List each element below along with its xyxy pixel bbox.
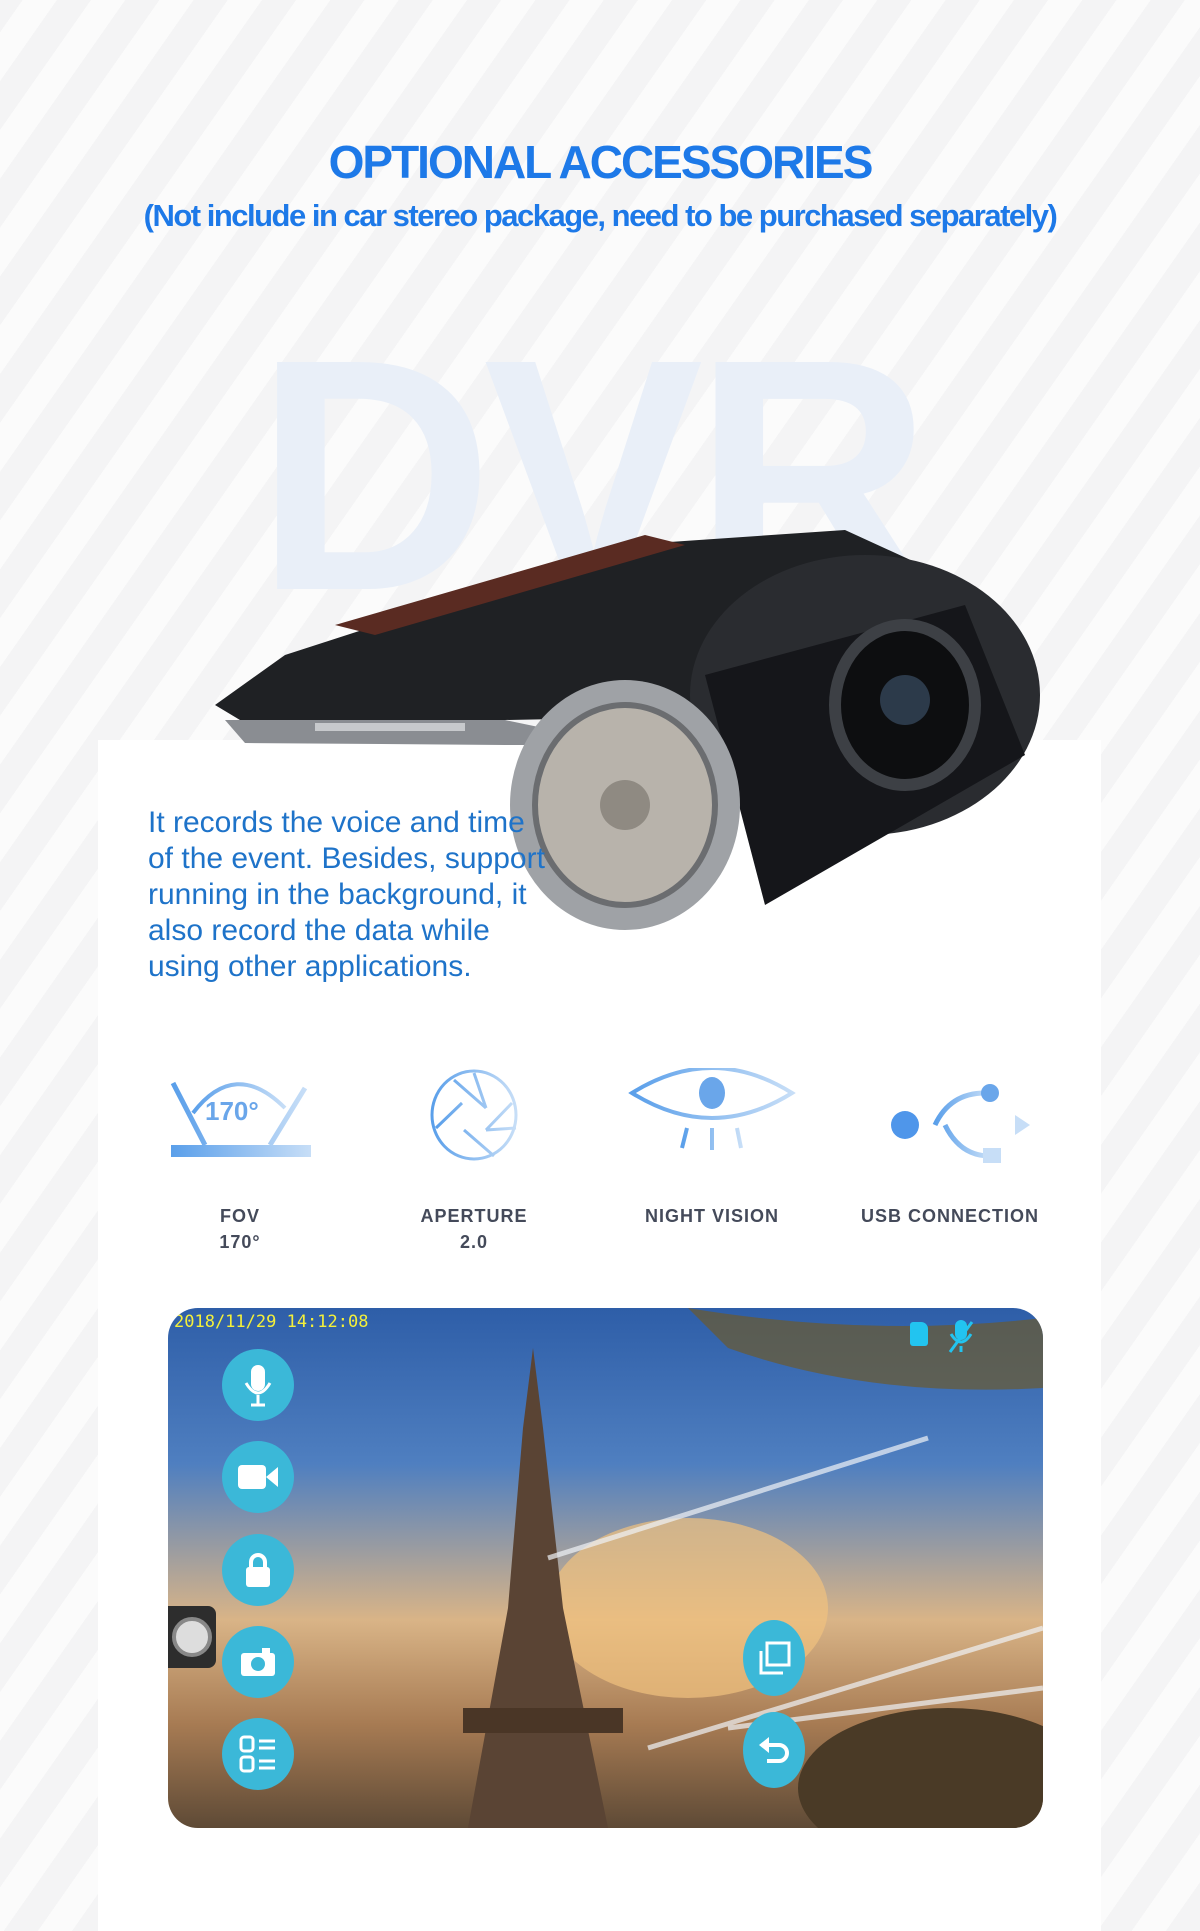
lock-icon — [246, 1553, 270, 1587]
copy-window-icon — [759, 1641, 791, 1675]
sd-card-icon — [910, 1322, 928, 1346]
back-icon — [759, 1737, 789, 1763]
feature-night-vision: NIGHT VISION — [602, 1068, 822, 1229]
feature-fov: 170° FOV 170° — [130, 1068, 350, 1255]
microphone-icon — [244, 1365, 272, 1407]
fov-170-icon: 170° — [170, 1081, 311, 1157]
mic-muted-icon — [948, 1320, 974, 1353]
night-vision-eye-icon — [628, 1068, 796, 1150]
dvr-app-screen: 2018/11/29 14:12:08 — [168, 1308, 1043, 1828]
video-camera-icon — [238, 1465, 278, 1489]
feature-label: FOV — [219, 1206, 260, 1226]
record-audio-button[interactable] — [222, 1349, 294, 1421]
eiffel-tower-photo — [463, 1308, 1043, 1828]
feature-label: NIGHT VISION — [644, 1206, 779, 1226]
product-description: It records the voice and time of the eve… — [148, 806, 545, 983]
feature-label: APERTURE — [420, 1206, 528, 1226]
back-button[interactable] — [743, 1712, 805, 1788]
snapshot-button[interactable] — [222, 1626, 294, 1698]
camera-icon — [241, 1648, 275, 1676]
usb-icon — [891, 1084, 1030, 1163]
menu-list-icon — [239, 1735, 275, 1773]
page-subtitle: (Not include in car stereo package, need… — [143, 198, 1058, 233]
feature-usb: USB CONNECTION — [840, 1068, 1060, 1229]
feature-label: USB CONNECTION — [860, 1206, 1039, 1226]
feature-value: 170° — [219, 1232, 261, 1252]
lock-button[interactable] — [222, 1534, 294, 1606]
timestamp: 2018/11/29 14:12:08 — [174, 1312, 369, 1332]
svg-text:170°: 170° — [205, 1096, 259, 1126]
aperture-icon — [430, 1069, 518, 1161]
feature-aperture: APERTURE 2.0 — [364, 1068, 584, 1255]
switch-window-button[interactable] — [743, 1620, 805, 1696]
feature-value: 2.0 — [459, 1232, 489, 1252]
assistive-touch-button[interactable] — [168, 1606, 216, 1668]
page-title: OPTIONAL ACCESSORIES — [328, 136, 874, 188]
file-list-button[interactable] — [222, 1718, 294, 1790]
record-video-button[interactable] — [222, 1441, 294, 1513]
